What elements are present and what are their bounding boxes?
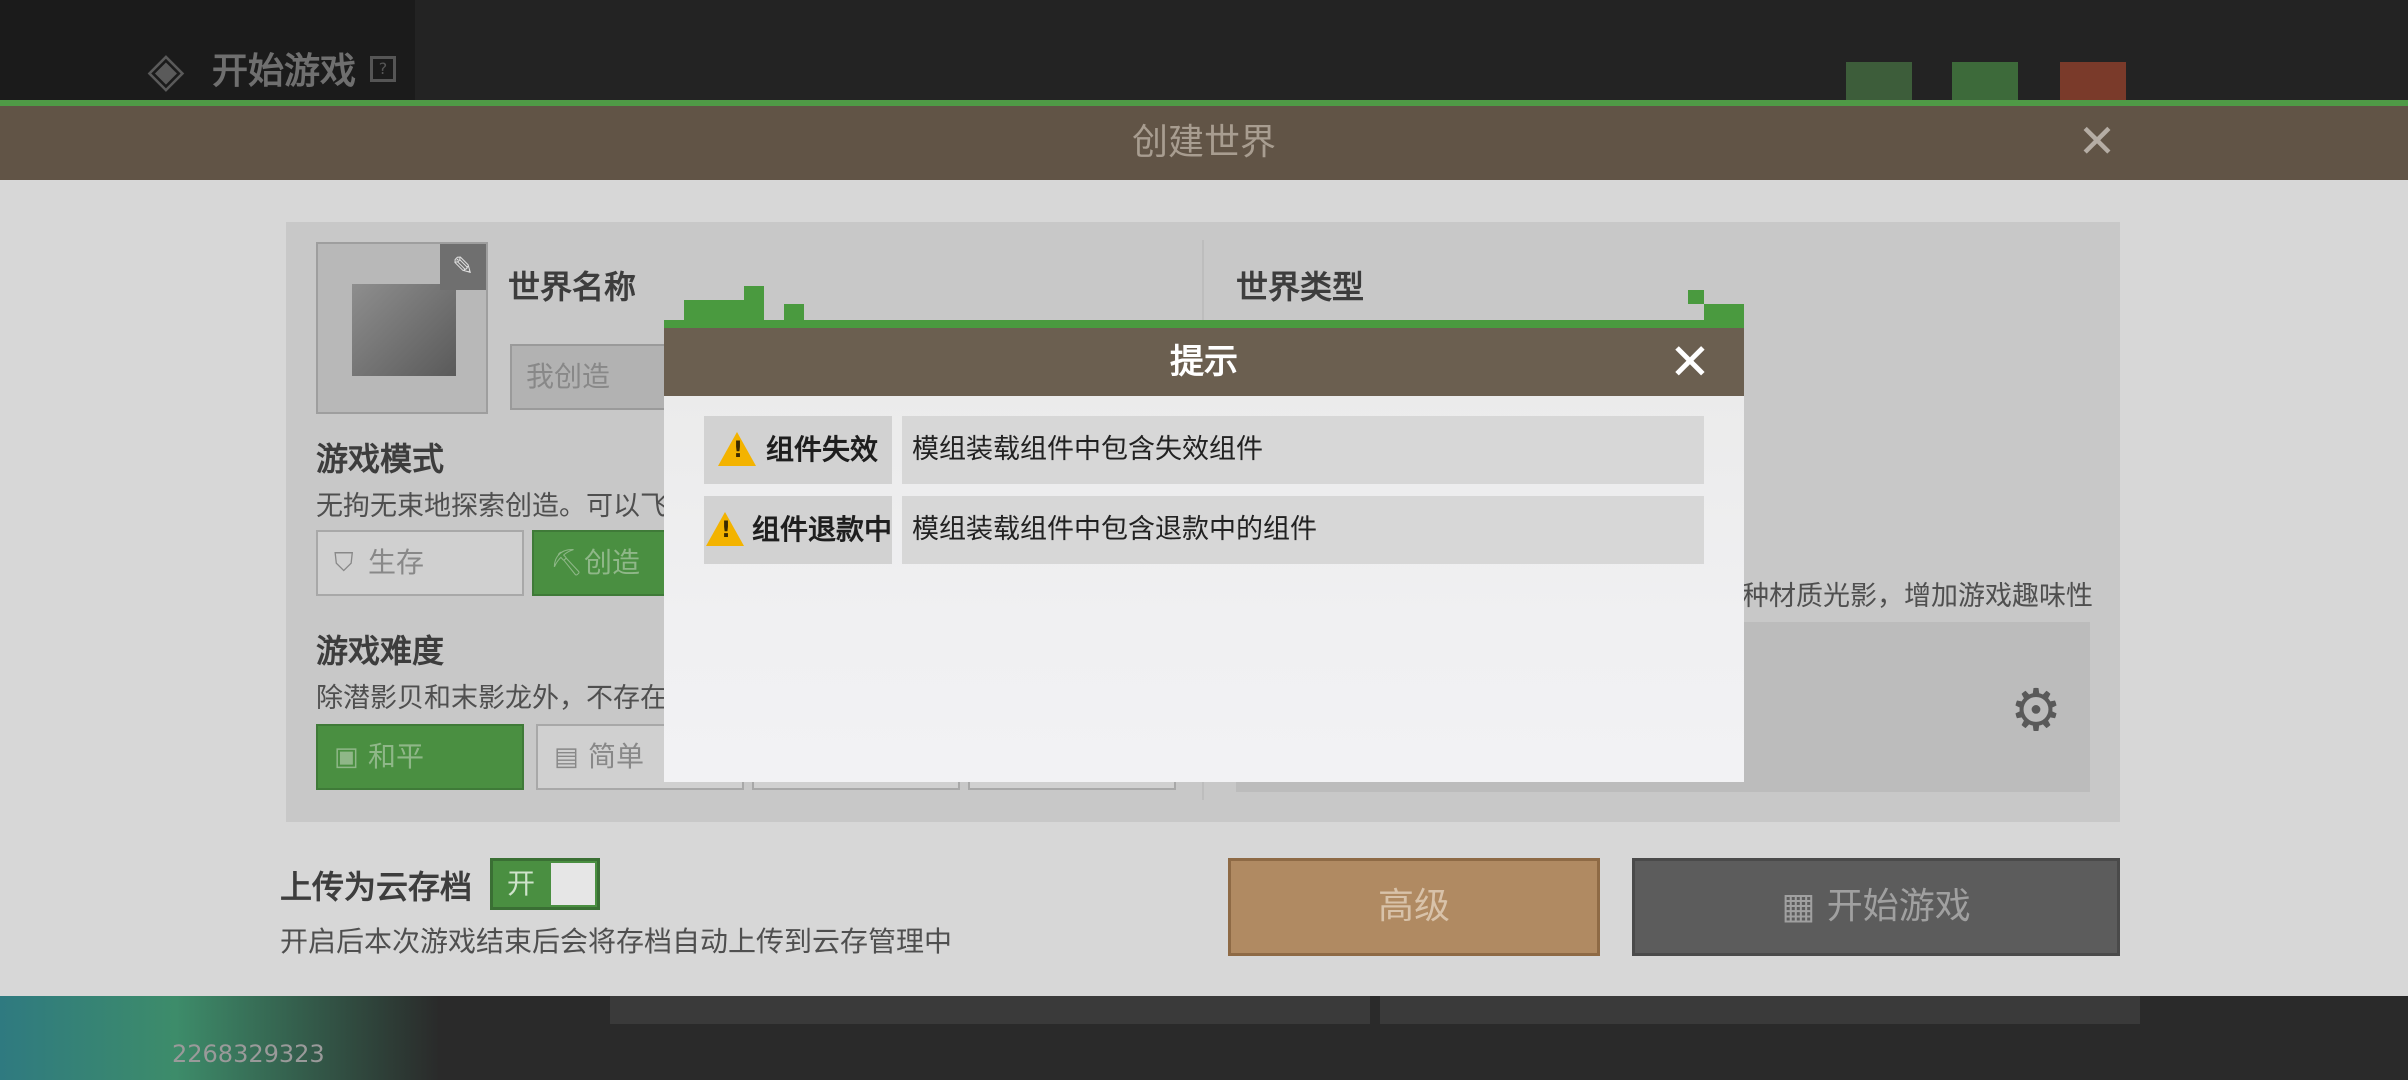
survival-icon: ⛉ <box>334 548 354 578</box>
warning-label-text: 组件退款中 <box>752 513 893 546</box>
start-game-label: 开始游戏 <box>1826 886 1971 927</box>
game-mode-description: 无拘无束地探索创造。可以飞 <box>316 491 667 522</box>
world-cube-image <box>352 284 456 376</box>
help-icon[interactable]: ? <box>370 56 396 82</box>
dialog-grass-edge <box>1688 290 1704 304</box>
peaceful-icon: ▣ <box>334 742 359 772</box>
warning-icon: ! <box>706 512 744 546</box>
dialog-grass-edge <box>684 300 764 320</box>
toggle-knob <box>551 863 595 905</box>
dialog-grass-edge <box>744 286 764 300</box>
world-name-label: 世界名称 <box>508 268 637 306</box>
creative-icon: ⛏ <box>550 548 584 578</box>
mode-survival-label: 生存 <box>368 546 425 579</box>
edit-pencil-icon[interactable]: ✎ <box>440 244 486 290</box>
dialog-grass-edge <box>1704 304 1744 320</box>
dialog-top-line <box>664 320 1744 328</box>
gamepad-icon: ▦ <box>1781 886 1816 927</box>
cloud-save-toggle-text: 开 <box>507 867 536 900</box>
world-type-label: 世界类型 <box>1236 268 1365 306</box>
player-id-text: 2268329323 <box>172 1040 325 1068</box>
game-mode-label: 游戏模式 <box>316 440 445 478</box>
difficulty-peaceful-label: 和平 <box>368 740 425 773</box>
background-card[interactable] <box>1380 996 2140 1024</box>
cloud-save-description: 开启后本次游戏结束后会将存档自动上传到云存管理中 <box>280 925 953 958</box>
warning-row-message: 模组装载组件中包含退款中的组件 <box>902 496 1704 564</box>
warning-row-label: ! 组件失效 <box>704 416 892 484</box>
dialog-title: 提示 <box>1170 342 1238 382</box>
create-world-title: 创建世界 <box>1131 122 1276 163</box>
create-world-close-icon[interactable]: ✕ <box>2072 116 2122 166</box>
warning-row-message: 模组装载组件中包含失效组件 <box>902 416 1704 484</box>
gamepad-icon: ◈ <box>147 42 185 98</box>
gear-icon[interactable]: ⚙ <box>2010 676 2062 744</box>
difficulty-peaceful-button[interactable]: ▣ 和平 <box>316 724 524 790</box>
background-card[interactable] <box>610 996 1370 1024</box>
world-thumbnail[interactable]: ✎ <box>316 242 488 414</box>
advanced-button[interactable]: 高级 <box>1228 858 1600 956</box>
cloud-save-toggle[interactable]: 开 <box>490 858 600 910</box>
dialog-grass-edge <box>784 304 804 320</box>
easy-icon: ▤ <box>554 742 579 772</box>
background-page-title: 开始游戏 <box>212 51 357 92</box>
cloud-save-label: 上传为云存档 <box>280 868 473 906</box>
mode-creative-label: 创造 <box>584 546 641 579</box>
dialog-close-icon[interactable]: ✕ <box>1664 336 1716 388</box>
mode-survival-button[interactable]: ⛉ 生存 <box>316 530 524 596</box>
difficulty-description: 除潜影贝和末影龙外，不存在 <box>316 683 667 714</box>
warning-label-text: 组件失效 <box>766 433 879 466</box>
difficulty-label: 游戏难度 <box>316 632 445 670</box>
difficulty-easy-label: 简单 <box>588 740 645 773</box>
warning-row-label: ! 组件退款中 <box>704 496 892 564</box>
start-game-button[interactable]: ▦ 开始游戏 <box>1632 858 2120 956</box>
warning-icon: ! <box>718 432 756 466</box>
shader-description: 种材质光影，增加游戏趣味性 <box>1742 581 2093 612</box>
